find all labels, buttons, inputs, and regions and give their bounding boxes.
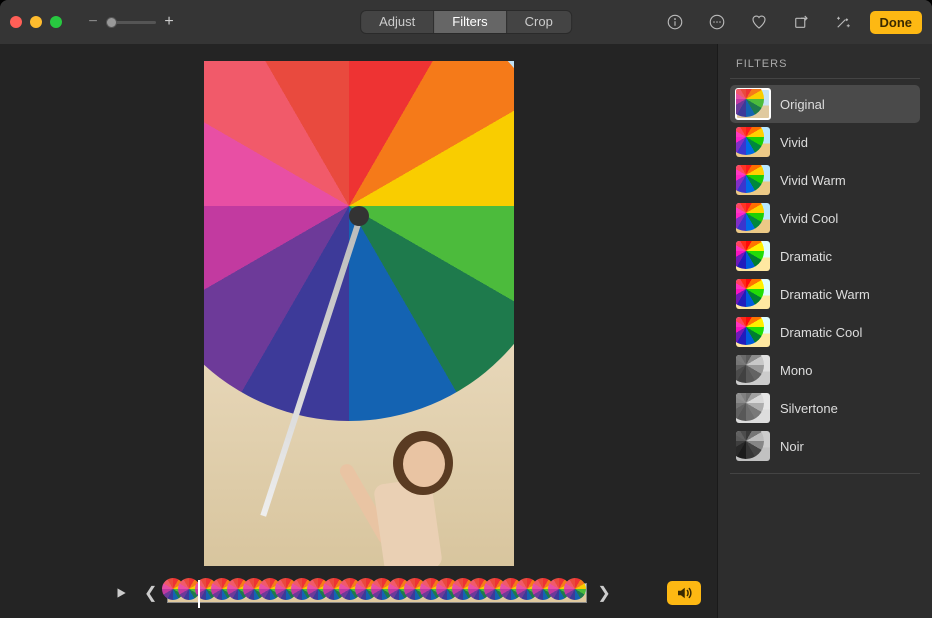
filter-thumbnail	[736, 393, 770, 423]
auto-enhance-icon[interactable]	[828, 10, 858, 34]
photos-edit-window: − + Adjust Filters Crop	[0, 0, 932, 618]
main-photo[interactable]	[204, 61, 514, 566]
filter-item-dramatic-warm[interactable]: Dramatic Warm	[730, 275, 920, 313]
filter-thumbnail	[736, 203, 770, 233]
filter-thumbnail	[736, 89, 770, 119]
filter-label: Dramatic Warm	[780, 287, 870, 302]
filter-item-noir[interactable]: Noir	[730, 427, 920, 465]
filter-label: Dramatic Cool	[780, 325, 862, 340]
filter-label: Vivid Warm	[780, 173, 846, 188]
trim-end-handle[interactable]: ❯	[595, 583, 612, 603]
filter-thumbnail	[736, 355, 770, 385]
audio-toggle-button[interactable]	[667, 581, 701, 605]
editor-body: ❮ ❯ FILTERS Original Vivid Vivid Warm Vivid…	[0, 44, 932, 618]
filter-label: Mono	[780, 363, 813, 378]
filter-label: Dramatic	[780, 249, 832, 264]
toolbar-right: Done	[660, 10, 923, 34]
video-timeline: ❮ ❯	[0, 578, 717, 618]
titlebar: − + Adjust Filters Crop	[0, 0, 932, 44]
filters-sidebar: FILTERS Original Vivid Vivid Warm Vivid Coo…	[717, 44, 932, 618]
filter-item-vivid[interactable]: Vivid	[730, 123, 920, 161]
filter-thumbnail	[736, 317, 770, 347]
filter-thumbnail	[736, 127, 770, 157]
zoom-thumb[interactable]	[106, 17, 117, 28]
zoom-in-icon: +	[162, 13, 176, 31]
filter-label: Silvertone	[780, 401, 838, 416]
filter-item-original[interactable]: Original	[730, 85, 920, 123]
filter-label: Vivid	[780, 135, 808, 150]
canvas-area: ❮ ❯	[0, 44, 717, 618]
tab-adjust[interactable]: Adjust	[361, 11, 433, 33]
close-window-button[interactable]	[10, 16, 22, 28]
tab-filters[interactable]: Filters	[434, 11, 505, 33]
filter-thumbnail	[736, 431, 770, 461]
filter-item-vivid-cool[interactable]: Vivid Cool	[730, 199, 920, 237]
filter-label: Noir	[780, 439, 804, 454]
fullscreen-window-button[interactable]	[50, 16, 62, 28]
filter-thumbnail	[736, 241, 770, 271]
photo-content	[204, 61, 514, 421]
play-button[interactable]	[108, 582, 134, 604]
zoom-slider[interactable]: − +	[86, 13, 176, 31]
favorite-icon[interactable]	[744, 10, 774, 34]
trim-start-handle[interactable]: ❮	[142, 583, 159, 603]
sidebar-title: FILTERS	[736, 58, 920, 70]
filter-item-silvertone[interactable]: Silvertone	[730, 389, 920, 427]
canvas-viewport	[0, 44, 717, 578]
filter-thumbnail	[736, 279, 770, 309]
filter-list: Original Vivid Vivid Warm Vivid Cool Dramati…	[730, 85, 920, 465]
filter-item-vivid-warm[interactable]: Vivid Warm	[730, 161, 920, 199]
filter-thumbnail	[736, 165, 770, 195]
filmstrip-frame	[570, 584, 586, 602]
filter-label: Vivid Cool	[780, 211, 838, 226]
filter-item-dramatic[interactable]: Dramatic	[730, 237, 920, 275]
tab-crop[interactable]: Crop	[507, 11, 571, 33]
rotate-icon[interactable]	[786, 10, 816, 34]
more-icon[interactable]	[702, 10, 732, 34]
filter-label: Original	[780, 97, 825, 112]
done-button[interactable]: Done	[870, 11, 923, 34]
filter-item-mono[interactable]: Mono	[730, 351, 920, 389]
filter-item-dramatic-cool[interactable]: Dramatic Cool	[730, 313, 920, 351]
minimize-window-button[interactable]	[30, 16, 42, 28]
info-icon[interactable]	[660, 10, 690, 34]
zoom-track[interactable]	[106, 21, 156, 24]
edit-mode-tabs: Adjust Filters Crop	[360, 10, 572, 34]
filmstrip[interactable]	[167, 583, 587, 603]
window-controls	[10, 16, 62, 28]
playhead[interactable]	[198, 580, 200, 608]
zoom-out-icon: −	[86, 13, 100, 31]
